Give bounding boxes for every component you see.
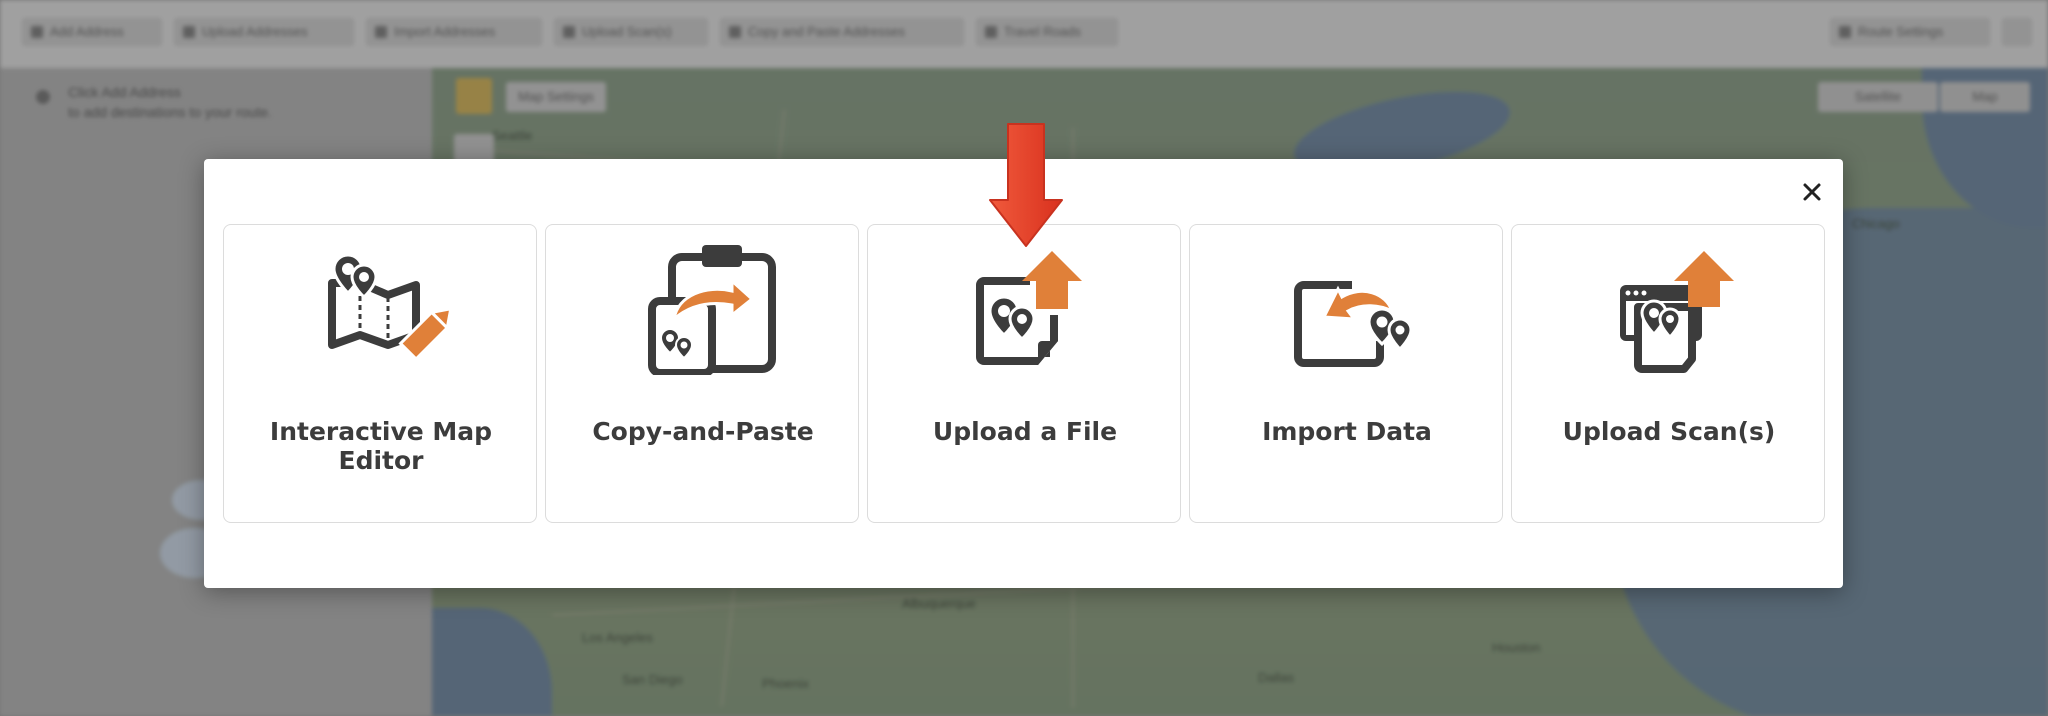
option-label: Interactive Map Editor bbox=[269, 417, 493, 475]
close-icon[interactable] bbox=[1796, 176, 1828, 208]
import-data-option[interactable]: Import Data bbox=[1189, 224, 1503, 523]
option-label: Upload a File bbox=[932, 417, 1118, 446]
upload-scans-option[interactable]: Upload Scan(s) bbox=[1511, 224, 1825, 523]
file-upload-icon bbox=[976, 251, 1082, 365]
option-label: Copy-and-Paste bbox=[592, 417, 814, 446]
option-label: Upload Scan(s) bbox=[1562, 417, 1776, 446]
import-data-icon bbox=[1294, 281, 1413, 367]
clipboard-paste-icon bbox=[648, 245, 776, 375]
annotation-arrow-icon bbox=[989, 123, 1063, 247]
option-label: Import Data bbox=[1262, 417, 1432, 446]
scan-upload-icon bbox=[1620, 251, 1734, 373]
map-editor-icon bbox=[328, 253, 453, 362]
interactive-map-editor-option[interactable]: Interactive Map Editor bbox=[223, 224, 537, 523]
upload-a-file-option[interactable]: Upload a File bbox=[867, 224, 1181, 523]
copy-and-paste-option[interactable]: Copy-and-Paste bbox=[545, 224, 859, 523]
